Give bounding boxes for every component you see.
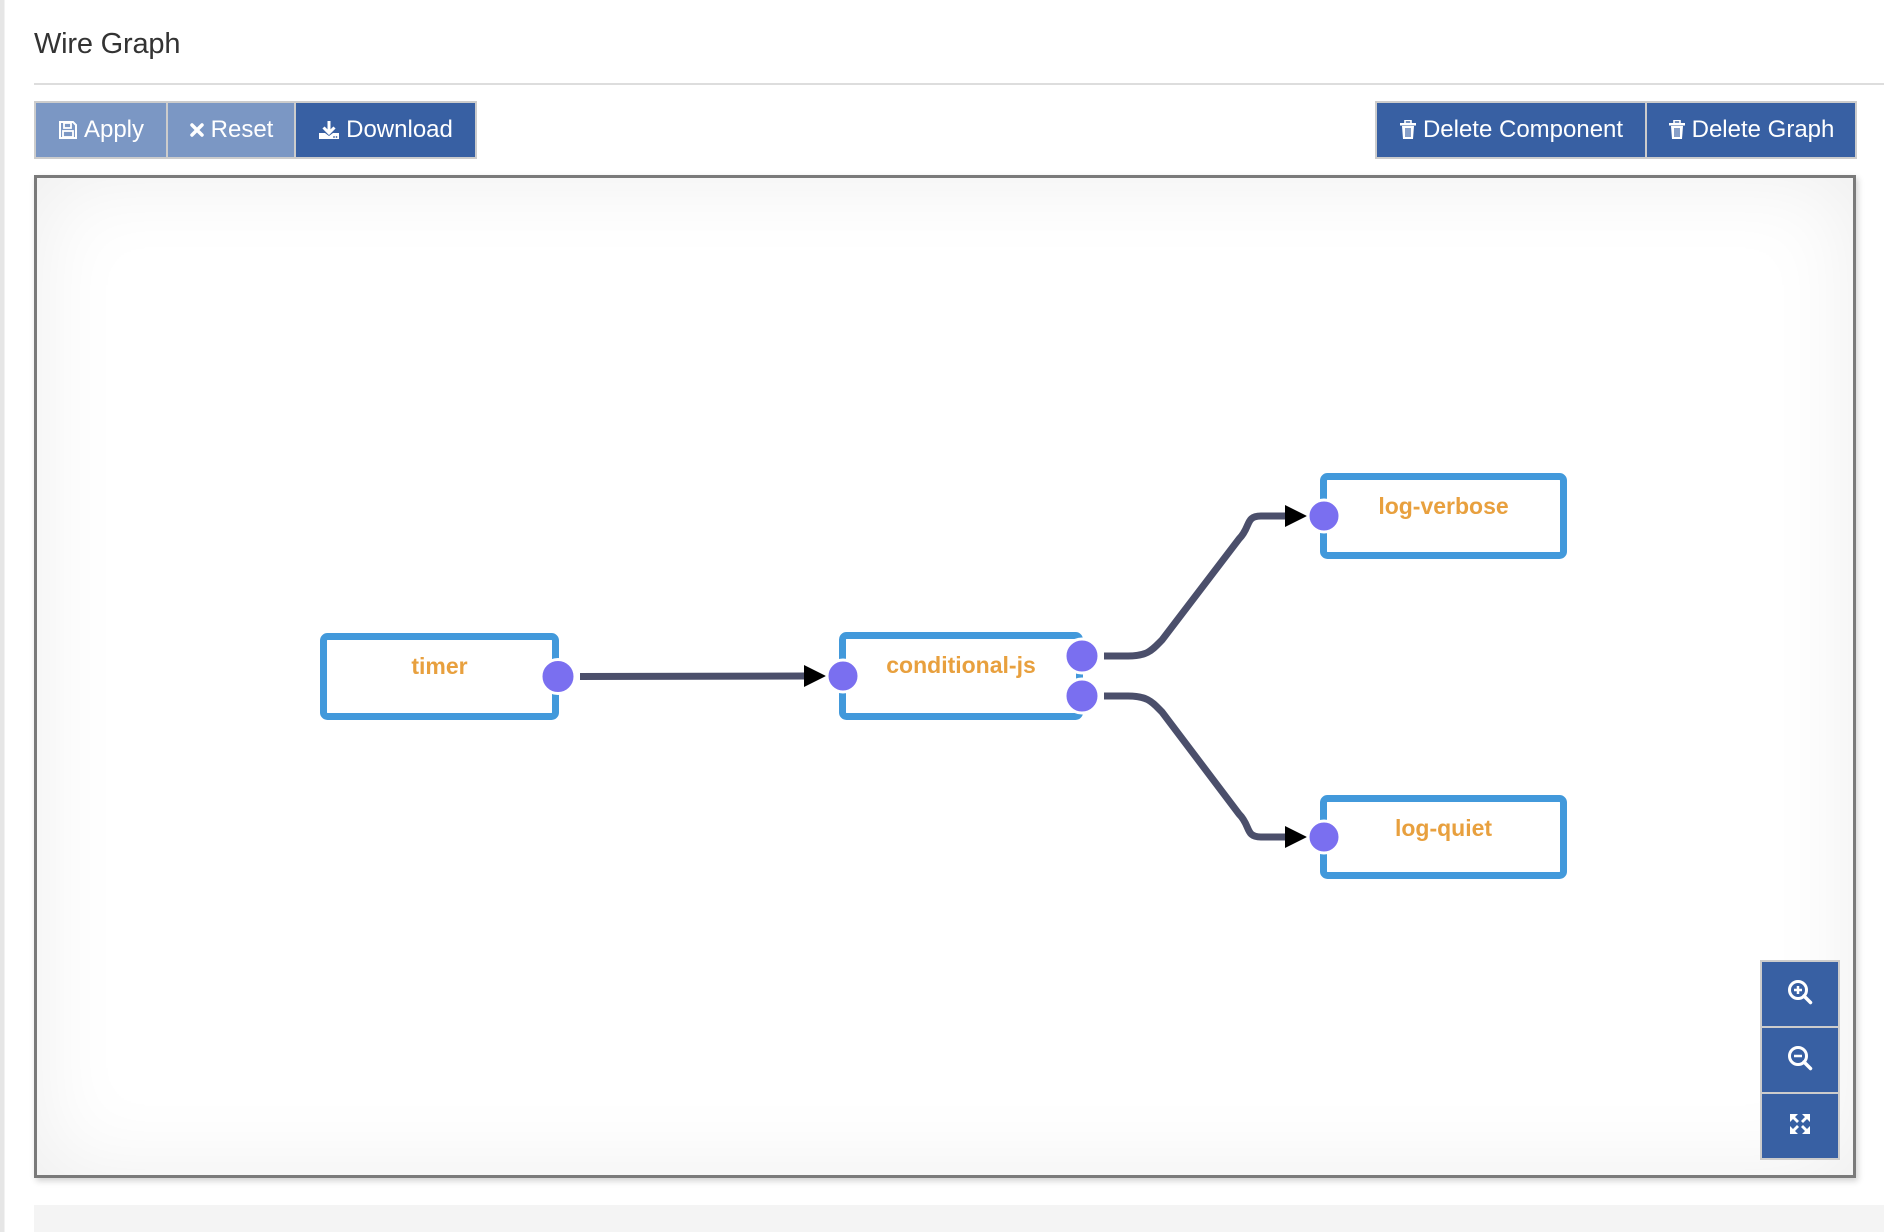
graph-node-timer[interactable]: timer [320, 633, 577, 720]
graph-canvas[interactable]: timer conditional-js log-verbose log-quiet [34, 175, 1856, 1178]
arrow-head [804, 665, 826, 687]
zoom-out-button[interactable] [1762, 1028, 1838, 1092]
apply-label: Apply [83, 116, 145, 143]
zoom-out-icon [1786, 1044, 1814, 1077]
apply-button[interactable]: Apply [34, 101, 168, 159]
arrow-head [1285, 826, 1307, 848]
download-label: Download [346, 116, 453, 143]
node-label: log-quiet [1395, 815, 1492, 841]
node-label: log-verbose [1378, 493, 1508, 519]
download-button[interactable]: Download [294, 101, 477, 159]
trash-icon [1399, 120, 1417, 140]
trash-icon [1668, 120, 1686, 140]
bottom-panel [34, 1205, 1884, 1232]
toolbar-right-group: Delete Component Delete Graph [1375, 101, 1857, 159]
input-port[interactable] [1306, 819, 1342, 855]
input-port[interactable] [825, 658, 861, 694]
save-icon [58, 120, 78, 140]
output-port[interactable] [1063, 677, 1101, 715]
wire-timer-to-conditional-js[interactable] [579, 672, 807, 680]
graph-node-log-verbose[interactable]: log-verbose [1306, 473, 1567, 559]
delete-component-label: Delete Component [1422, 116, 1624, 143]
page-left-border [0, 0, 5, 1232]
zoom-in-icon [1786, 978, 1814, 1011]
toolbar-left-group: Apply Reset Download [34, 101, 477, 159]
zoom-in-button[interactable] [1762, 962, 1838, 1026]
reset-button[interactable]: Reset [166, 101, 296, 159]
output-port[interactable] [539, 658, 577, 695]
title-divider [34, 83, 1884, 85]
zoom-controls [1760, 960, 1840, 1160]
wire-conditional-js-to-log-quiet[interactable] [1104, 692, 1287, 841]
node-label: timer [411, 653, 467, 679]
wire-conditional-js-to-log-verbose[interactable] [1104, 512, 1287, 660]
nodes-layer: timer conditional-js log-verbose log-quiet [320, 473, 1567, 879]
delete-graph-button[interactable]: Delete Graph [1645, 101, 1857, 159]
graph-node-log-quiet[interactable]: log-quiet [1306, 795, 1567, 879]
graph-svg[interactable]: timer conditional-js log-verbose log-quiet [37, 178, 1853, 1175]
page-title: Wire Graph [34, 28, 181, 60]
arrow-head [1285, 505, 1307, 527]
reset-label: Reset [210, 116, 274, 143]
expand-icon [1787, 1111, 1813, 1142]
delete-component-button[interactable]: Delete Component [1375, 101, 1647, 159]
fit-view-button[interactable] [1762, 1094, 1838, 1158]
download-icon [318, 120, 340, 140]
input-port[interactable] [1306, 498, 1342, 534]
output-port[interactable] [1063, 637, 1101, 675]
node-label: conditional-js [886, 652, 1036, 678]
graph-node-conditional-js[interactable]: conditional-js [825, 632, 1101, 720]
delete-graph-label: Delete Graph [1691, 116, 1835, 143]
close-icon [189, 122, 205, 138]
